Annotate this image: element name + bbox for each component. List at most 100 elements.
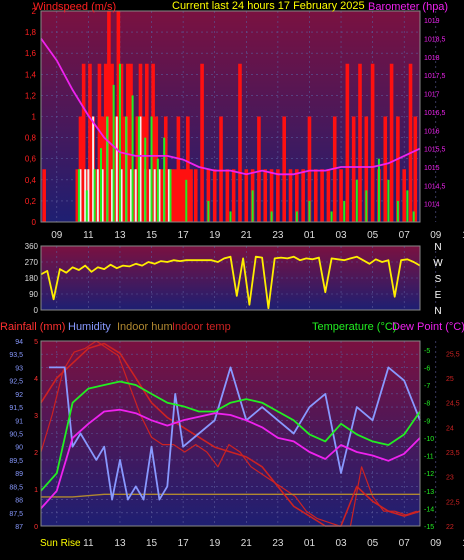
hour-tick-label: 07: [399, 230, 411, 241]
gust-bar: [238, 63, 242, 222]
temperature-tick-label: -11: [424, 454, 434, 461]
gust-bar: [320, 169, 324, 222]
legend-indoor-temp: Indoor temp: [172, 321, 231, 333]
barometer-tick-label: 1018: [424, 55, 440, 62]
wind-avg-bar: [93, 169, 96, 222]
hour-tick-label: 07: [399, 538, 411, 549]
gust-bar: [244, 169, 249, 222]
wind-avg-bar: [343, 200, 346, 222]
gust-bar: [339, 169, 343, 222]
wind-avg-bar: [169, 169, 172, 222]
indoor-temp-tick-label: 22,5: [446, 499, 460, 506]
windspeed-tick-label: 0: [32, 218, 37, 227]
windspeed-tick-label: 1,4: [25, 70, 37, 79]
windspeed-tick-label: 1,8: [25, 28, 37, 37]
humidity-tick-label: 88: [15, 498, 23, 505]
wind-avg-bar: [137, 116, 140, 222]
windspeed-tick-label: 0,4: [25, 176, 37, 185]
humidity-tick-label: 88,5: [9, 484, 23, 491]
hour-tick-label: 09: [430, 230, 442, 241]
humidity-tick-label: 92,5: [9, 379, 23, 386]
barometer-tick-label: 1019: [424, 18, 440, 25]
gust-bar: [313, 169, 318, 222]
gust-bar: [345, 63, 350, 222]
wind-peak-bar: [153, 169, 156, 222]
legend-indoor-hum: Indoor hum: [117, 321, 173, 333]
temperature-tick-label: -10: [424, 436, 434, 443]
wind-avg-bar: [106, 116, 109, 222]
hour-tick-label: 15: [146, 538, 158, 549]
wind-avg-bar: [229, 211, 232, 222]
hour-tick-label: 19: [209, 230, 221, 241]
gust-bar: [383, 116, 388, 222]
direction-tick-label: 360: [25, 242, 39, 251]
gust-bar: [326, 169, 331, 222]
gust-bar: [257, 116, 261, 222]
humidity-tick-label: 89: [15, 471, 23, 478]
legend-rainfall: Rainfall (mm): [0, 321, 65, 333]
gust-bar: [276, 169, 280, 222]
barometer-tick-label: 1015: [424, 165, 440, 172]
temperature-tick-label: -5: [424, 348, 430, 355]
wind-avg-bar: [163, 137, 166, 222]
compass-label: N: [434, 242, 441, 253]
wind-avg-bar: [144, 137, 147, 222]
hour-tick-label: 13: [114, 538, 126, 549]
barometer-tick-label: 1014: [424, 202, 440, 209]
hour-tick-label: 17: [178, 230, 190, 241]
weather-charts: 00,20,40,60,811,21,41,61,8210141014,5101…: [0, 0, 464, 549]
humidity-tick-label: 93,5: [9, 352, 23, 359]
temperature-tick-label: -8: [424, 401, 430, 408]
hour-tick-label: 05: [367, 538, 379, 549]
rainfall-tick-label: 0: [34, 524, 38, 531]
wind-avg-bar: [251, 190, 254, 222]
hour-tick-label: 21: [241, 230, 253, 241]
gust-bar: [351, 116, 356, 222]
temperature-tick-label: -15: [424, 524, 434, 531]
wind-peak-bar: [115, 116, 118, 222]
wind-avg-bar: [85, 190, 88, 222]
gust-bar: [212, 169, 217, 222]
wind-avg-bar: [406, 190, 409, 222]
rainfall-tick-label: 4: [34, 376, 38, 383]
barometer-tick-label: 1018,5: [424, 37, 446, 44]
indoor-temp-tick-label: 25: [446, 376, 454, 383]
wind-avg-bar: [330, 211, 333, 222]
wind-peak-bar: [134, 169, 137, 222]
temperature-tick-label: -9: [424, 418, 430, 425]
temperature-tick-label: -6: [424, 365, 430, 372]
hour-tick-label: 09: [51, 230, 63, 241]
windspeed-tick-label: 1,6: [25, 49, 37, 58]
hour-tick-label: 03: [335, 230, 347, 241]
windspeed-tick-label: 1,2: [25, 91, 37, 100]
gust-bar: [189, 169, 193, 222]
rainfall-tick-label: 1: [34, 487, 38, 494]
wind-avg-bar: [308, 200, 311, 222]
indoor-temp-tick-label: 22: [446, 524, 454, 531]
weather-dashboard: 0 0,2 0,4 0,6 0,8 1 1,2 1,4 1,6 1,8 2 1014 1014,5 101…: [0, 0, 464, 555]
indoor-temp-tick-label: 23,5: [446, 450, 460, 457]
wind-avg-bar: [77, 169, 80, 222]
barometer-tick-label: 1017,5: [424, 73, 446, 80]
barometer-tick-label: 1016,5: [424, 110, 446, 117]
gust-bar: [370, 63, 375, 222]
indoor-temp-tick-label: 25,5: [446, 351, 460, 358]
wind-peak-bar: [96, 169, 99, 222]
humidity-tick-label: 87,5: [9, 511, 23, 518]
wind-avg-bar: [131, 95, 134, 222]
hour-tick-label: 15: [146, 230, 158, 241]
gust-bar: [176, 116, 181, 222]
wind-avg-bar: [270, 211, 273, 222]
indoor-temp-tick-label: 24: [446, 425, 454, 432]
gust-bar: [179, 169, 184, 222]
gust-bar: [413, 116, 418, 222]
hour-tick-label: 01: [304, 230, 316, 241]
gust-bar: [231, 169, 236, 222]
hour-tick-label: 21: [241, 538, 253, 549]
barometer-tick-label: 1016: [424, 128, 440, 135]
windspeed-tick-label: 0,8: [25, 134, 37, 143]
rainfall-tick-label: 2: [34, 450, 38, 457]
humidity-tick-label: 93: [15, 365, 23, 372]
wind-avg-bar: [125, 116, 128, 222]
humidity-tick-label: 92: [15, 392, 23, 399]
